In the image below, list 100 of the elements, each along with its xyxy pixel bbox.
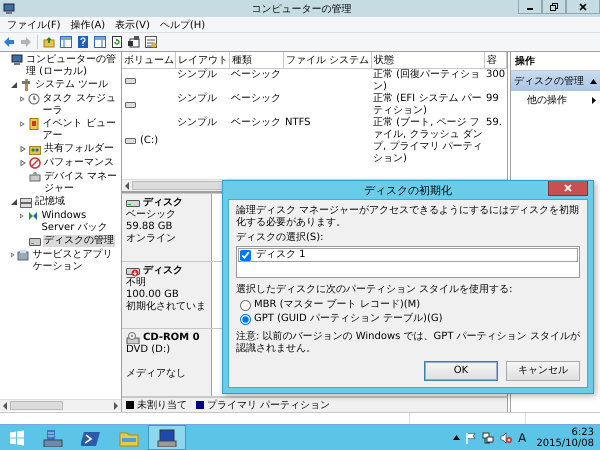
start-icon (9, 430, 25, 446)
disk-status: メディアなし (126, 368, 187, 380)
flag-icon (466, 432, 476, 444)
refresh-icon (111, 36, 123, 48)
disk-size: 59.88 GB (126, 221, 174, 233)
table-cell-text: ベーシック (230, 69, 282, 82)
menu-item[interactable]: ヘルプ(H) (154, 18, 210, 32)
taskbar-button[interactable] (148, 425, 186, 450)
option-label[interactable]: GPT (GUID パーティション テーブル)(G) (254, 313, 442, 325)
table-cell-text: 正常 (ブート, ページ ファイル, クラッシュ ダンプ, プライマリ パーティション) (372, 117, 484, 165)
tree-node-icon (28, 118, 40, 130)
tree-node-icon (20, 196, 32, 208)
tree-node-icon (17, 249, 30, 261)
network-icon (482, 432, 494, 444)
tree-item[interactable]: コンピューターの管理 (ローカル) (25, 54, 121, 78)
drive-icon (125, 137, 136, 145)
column-header[interactable]: ファイル システム (284, 52, 372, 69)
radio-button[interactable] (240, 314, 251, 324)
section-header[interactable]: ディスクの管理 (511, 71, 600, 91)
tree-item[interactable]: システム ツール (34, 79, 110, 91)
column-header[interactable]: レイアウト (176, 52, 230, 69)
table-cell-text: 正常 (EFI システム パーティション) (372, 93, 482, 116)
close-button[interactable] (548, 181, 588, 196)
option-label[interactable]: MBR (マスター ブート レコード)(M) (254, 299, 420, 311)
legend-label: 未割り当て (137, 398, 187, 412)
tree-node-icon (29, 143, 41, 155)
tree-node-icon (29, 235, 41, 247)
collapse-icon (590, 78, 597, 84)
column-header[interactable]: 種類 (230, 52, 284, 69)
dialog-button[interactable]: キャンセル (506, 361, 580, 381)
tree-item[interactable]: ディスクの管理 (43, 235, 115, 247)
ime-indicator[interactable]: A (518, 430, 526, 444)
menu-item[interactable]: 操作(A) (66, 18, 110, 32)
dialog-title: ディスクの初期化 (363, 182, 453, 198)
tree-node-icon (20, 79, 32, 91)
column-header[interactable]: 容 (485, 52, 507, 69)
computer-icon (3, 2, 15, 14)
table-cell-text: 99 (485, 93, 500, 106)
folder-up-icon (43, 36, 55, 48)
field-label: 選択したディスクに次のパーティション スタイルを使用する: (236, 284, 514, 296)
up-arrow-icon (453, 435, 460, 440)
table-cell-text: 59. (485, 117, 503, 130)
disk-type: 不明 (126, 276, 147, 289)
tree-item[interactable]: 共有フォルダー (43, 143, 115, 155)
table-cell-text: 300 (485, 69, 506, 82)
close-icon (564, 184, 572, 192)
window-title: コンピューターの管理 (250, 2, 352, 16)
tree-node-icon (26, 210, 39, 222)
drive-icon (125, 101, 136, 109)
server-icon (43, 428, 63, 446)
checkbox[interactable] (240, 250, 251, 260)
clock-time: 6:23 (572, 426, 594, 438)
tree-node-icon (28, 93, 40, 105)
disk-status: 初期化されていま (126, 300, 207, 313)
radio-button[interactable] (240, 300, 251, 310)
dialog-button[interactable]: OK (424, 361, 498, 381)
column-header[interactable]: ボリューム (122, 52, 176, 69)
submenu-arrow-icon (592, 96, 596, 104)
field-label: ディスクの選択(S): (236, 232, 325, 244)
item-label: ディスク 1 (256, 249, 306, 261)
clock-date: 2015/10/08 (536, 438, 594, 448)
tree-item[interactable]: デバイス マネージャー (43, 171, 121, 195)
disk-type: ベーシック (126, 209, 177, 221)
tree-item[interactable]: イベント ビューアー (42, 118, 121, 142)
tree-item[interactable]: サービスとアプリケーション (31, 249, 121, 273)
disk-status: オンライン (126, 233, 177, 245)
restore-button[interactable] (542, 0, 566, 14)
section-title: ディスクの管理 (514, 75, 584, 88)
tree-item[interactable]: パフォーマンス (43, 157, 115, 169)
pane-icon (94, 36, 106, 48)
table-cell-text: 正常 (回復パーティション) (372, 69, 482, 92)
table-cell-text: ベーシック (230, 93, 282, 106)
clock[interactable]: 6:23 2015/10/08 (536, 426, 594, 448)
note-text: 注意: 以前のバージョンの Windows では、GPT パーティション スタイルが認識されません。 (236, 331, 580, 355)
minimize-button[interactable] (518, 0, 542, 14)
close-icon (579, 2, 587, 10)
tree-item[interactable]: Windows Server バック (40, 210, 121, 234)
horizontal-scrollbar[interactable] (0, 399, 121, 411)
disk-name: ディスク (143, 264, 183, 277)
disk-type: DVD (D:) (126, 344, 172, 356)
restore-icon (550, 2, 558, 10)
table-cell-text: シンプル (176, 117, 218, 130)
disk-name: CD-ROM 0 (143, 332, 200, 344)
table-cell-text: NTFS (284, 117, 312, 130)
action-link[interactable]: 他の操作 (527, 93, 567, 107)
tree-node-icon (29, 171, 41, 183)
dialog-message: 論理ディスク マネージャーがアクセスできるようにするにはディスクを初期化する必要があります。 (236, 205, 580, 229)
menu-item[interactable]: 表示(V) (110, 18, 155, 32)
table-cell-text: シンプル (176, 69, 218, 82)
close-button[interactable] (566, 0, 600, 14)
tree-item[interactable]: タスク スケジューラ (42, 93, 121, 117)
table-cell-text: シンプル (176, 93, 218, 106)
column-header[interactable]: 状態 (372, 52, 485, 69)
tree-item[interactable]: 記憶域 (34, 196, 66, 208)
menu-item[interactable]: ファイル(F) (2, 18, 66, 32)
tree-node-icon (29, 157, 41, 169)
disk-size: 100.00 GB (126, 288, 180, 300)
list-item[interactable]: ディスク 1 (238, 248, 578, 262)
computer-icon (157, 428, 177, 446)
legend-label: プライマリ パーティション (207, 398, 330, 412)
